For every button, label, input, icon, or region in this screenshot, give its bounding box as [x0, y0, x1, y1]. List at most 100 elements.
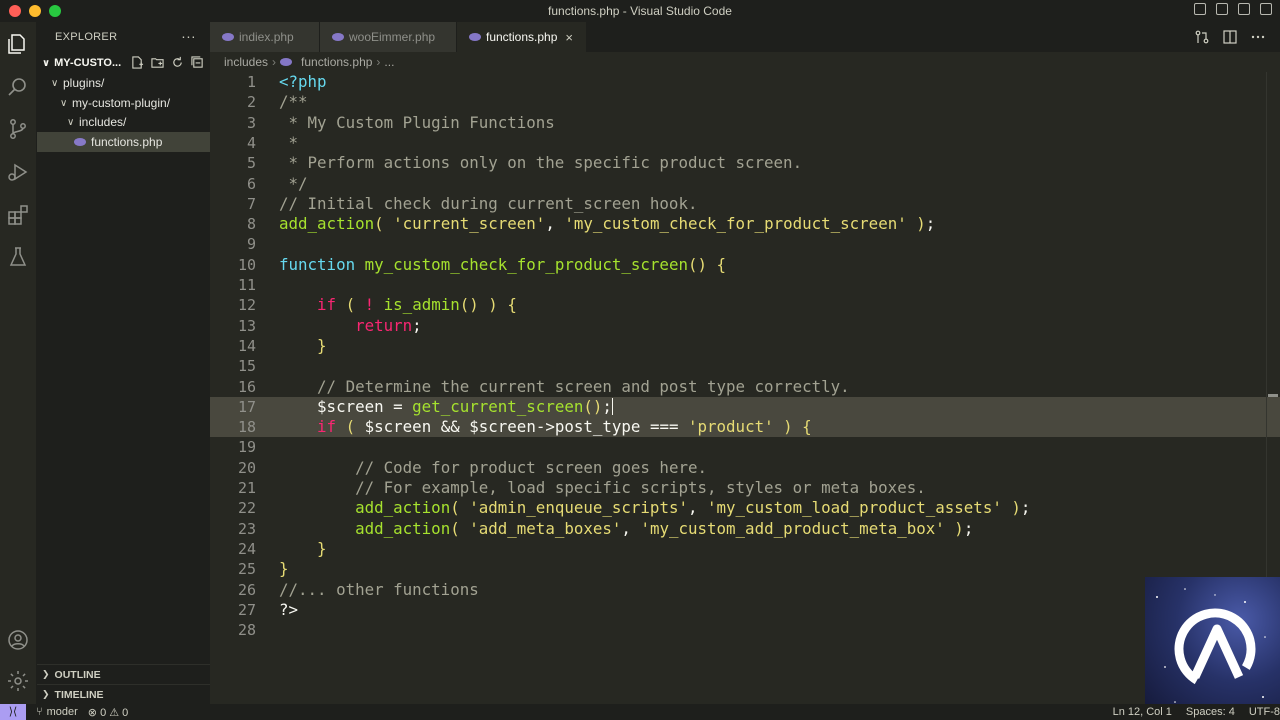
- code-line[interactable]: 13 return;: [210, 316, 1280, 336]
- code-token: ): [954, 518, 964, 538]
- code-line[interactable]: 1 <?php: [210, 72, 1280, 92]
- line-number: 10: [237, 255, 256, 274]
- toggle-primary-sidebar-icon[interactable]: [1194, 3, 1206, 15]
- toggle-panel-icon[interactable]: [1216, 3, 1228, 15]
- code-token: $screen: [364, 417, 432, 437]
- breadcrumb-file[interactable]: functions.php: [301, 55, 372, 69]
- code-line[interactable]: 19: [210, 437, 1280, 457]
- line-code: }: [279, 539, 327, 559]
- code-line[interactable]: 24 }: [210, 539, 1280, 559]
- code-line[interactable]: 16 // Determine the current screen and p…: [210, 377, 1280, 397]
- close-tab-icon[interactable]: ×: [565, 30, 573, 45]
- code-line[interactable]: 28: [210, 620, 1280, 640]
- line-code: *: [279, 133, 299, 153]
- tree-file-functions-php[interactable]: functions.php: [37, 132, 210, 152]
- code-line[interactable]: 17 $screen = get_current_screen();: [210, 396, 1280, 417]
- file-encoding[interactable]: UTF-8: [1249, 706, 1280, 718]
- code-token: (: [450, 518, 460, 538]
- line-code: ?>: [279, 600, 298, 620]
- cursor-position[interactable]: Ln 12, Col 1: [1113, 706, 1172, 718]
- code-line[interactable]: 27 ?>: [210, 600, 1280, 620]
- more-actions-icon[interactable]: ···: [181, 28, 196, 44]
- accounts-icon[interactable]: [6, 628, 30, 652]
- tree-folder-plugins[interactable]: ∨ plugins/: [37, 73, 210, 93]
- new-folder-icon[interactable]: [151, 56, 164, 69]
- code-line[interactable]: 12 if ( ! is_admin() ) {: [210, 295, 1280, 315]
- collapse-all-icon[interactable]: [191, 56, 204, 69]
- line-number: 28: [237, 621, 256, 640]
- new-file-icon[interactable]: [131, 56, 144, 69]
- code-line[interactable]: 7 // Initial check during current_screen …: [210, 194, 1280, 214]
- tree-folder-includes[interactable]: ∨ includes/: [37, 112, 210, 132]
- code-line[interactable]: 23 add_action( 'add_meta_boxes', 'my_cus…: [210, 519, 1280, 539]
- chevron-down-icon: ∨: [67, 116, 75, 128]
- refresh-icon[interactable]: [171, 56, 184, 69]
- chevron-down-icon: ∨: [42, 57, 51, 69]
- extensions-icon[interactable]: [6, 203, 30, 227]
- search-icon[interactable]: [6, 75, 30, 99]
- breadcrumb-symbols[interactable]: ...: [384, 55, 394, 69]
- code-line[interactable]: 11: [210, 275, 1280, 295]
- tab-indiex-php[interactable]: indiex.php: [210, 22, 320, 52]
- code-line[interactable]: 4 *: [210, 133, 1280, 153]
- tab-label: indiex.php: [239, 30, 294, 44]
- git-branch[interactable]: ⑂ moder: [36, 706, 78, 718]
- toggle-secondary-sidebar-icon[interactable]: [1238, 3, 1250, 15]
- tab-functions-php[interactable]: functions.php ×: [457, 22, 587, 52]
- open-changes-icon[interactable]: [1194, 29, 1210, 45]
- line-number: 19: [237, 438, 256, 457]
- code-line[interactable]: 3 * My Custom Plugin Functions: [210, 113, 1280, 133]
- code-line[interactable]: 20 // Code for product screen goes here.: [210, 458, 1280, 478]
- problems-indicator[interactable]: ⊗ 0 ⚠ 0: [88, 706, 128, 719]
- line-code: // Initial check during current_screen h…: [279, 194, 697, 214]
- tree-folder-my-custom-plugin[interactable]: ∨ my-custom-plugin/: [37, 93, 210, 113]
- line-number: 17: [237, 397, 256, 416]
- code-token: ): [916, 214, 926, 234]
- explorer-icon[interactable]: [6, 32, 30, 56]
- timeline-section[interactable]: ❯ TIMELINE: [37, 684, 210, 704]
- outline-section[interactable]: ❯ OUTLINE: [37, 664, 210, 684]
- settings-gear-icon[interactable]: [6, 669, 30, 693]
- code-line[interactable]: 9: [210, 234, 1280, 254]
- breadcrumb-folder[interactable]: includes: [224, 55, 268, 69]
- code-token: ;: [602, 396, 612, 416]
- indentation[interactable]: Spaces: 4: [1186, 706, 1235, 718]
- code-line[interactable]: 5 * Perform actions only on the specific…: [210, 153, 1280, 173]
- line-number: 15: [237, 357, 256, 376]
- code-line[interactable]: 10 function my_custom_check_for_product_s…: [210, 255, 1280, 275]
- remote-indicator[interactable]: ⟩⟨: [0, 704, 26, 720]
- code-line[interactable]: 14 }: [210, 336, 1280, 356]
- project-folder-row[interactable]: ∨ MY-CUSTO...: [37, 52, 210, 74]
- line-code: }: [279, 336, 327, 356]
- php-file-icon: [222, 33, 234, 41]
- code-line[interactable]: 8 add_action( 'current_screen', 'my_custo…: [210, 214, 1280, 234]
- code-line[interactable]: 2 /**: [210, 92, 1280, 112]
- line-number: 23: [237, 519, 256, 538]
- code-line[interactable]: 6 */: [210, 174, 1280, 194]
- more-actions-icon[interactable]: [1250, 29, 1266, 45]
- run-debug-icon[interactable]: [6, 160, 30, 184]
- code-line[interactable]: 25}: [210, 559, 1280, 579]
- code-editor[interactable]: 1 <?php 2/** 3 * My Custom Plugin Functions…: [210, 72, 1280, 704]
- tab-wooeimmer-php[interactable]: wooEimmer.php: [320, 22, 457, 52]
- split-editor-icon[interactable]: [1222, 29, 1238, 45]
- code-line[interactable]: 21 // For example, load specific scripts…: [210, 478, 1280, 498]
- line-number: 26: [237, 580, 256, 599]
- tree-item-label: includes/: [79, 115, 127, 129]
- line-number: 2: [246, 93, 256, 112]
- scrollbar-cursor-marker: [1268, 394, 1278, 397]
- code-line[interactable]: 26 //... other functions: [210, 580, 1280, 600]
- code-line[interactable]: 22 add_action( 'admin_enqueue_scripts', …: [210, 498, 1280, 518]
- customize-layout-icon[interactable]: [1260, 3, 1272, 15]
- source-control-icon[interactable]: [6, 117, 30, 141]
- line-number: 12: [237, 296, 256, 315]
- testing-icon[interactable]: [6, 245, 30, 269]
- code-line[interactable]: 18 if ( $screen && $screen->post_type ==…: [210, 417, 1280, 438]
- code-line[interactable]: 15: [210, 356, 1280, 376]
